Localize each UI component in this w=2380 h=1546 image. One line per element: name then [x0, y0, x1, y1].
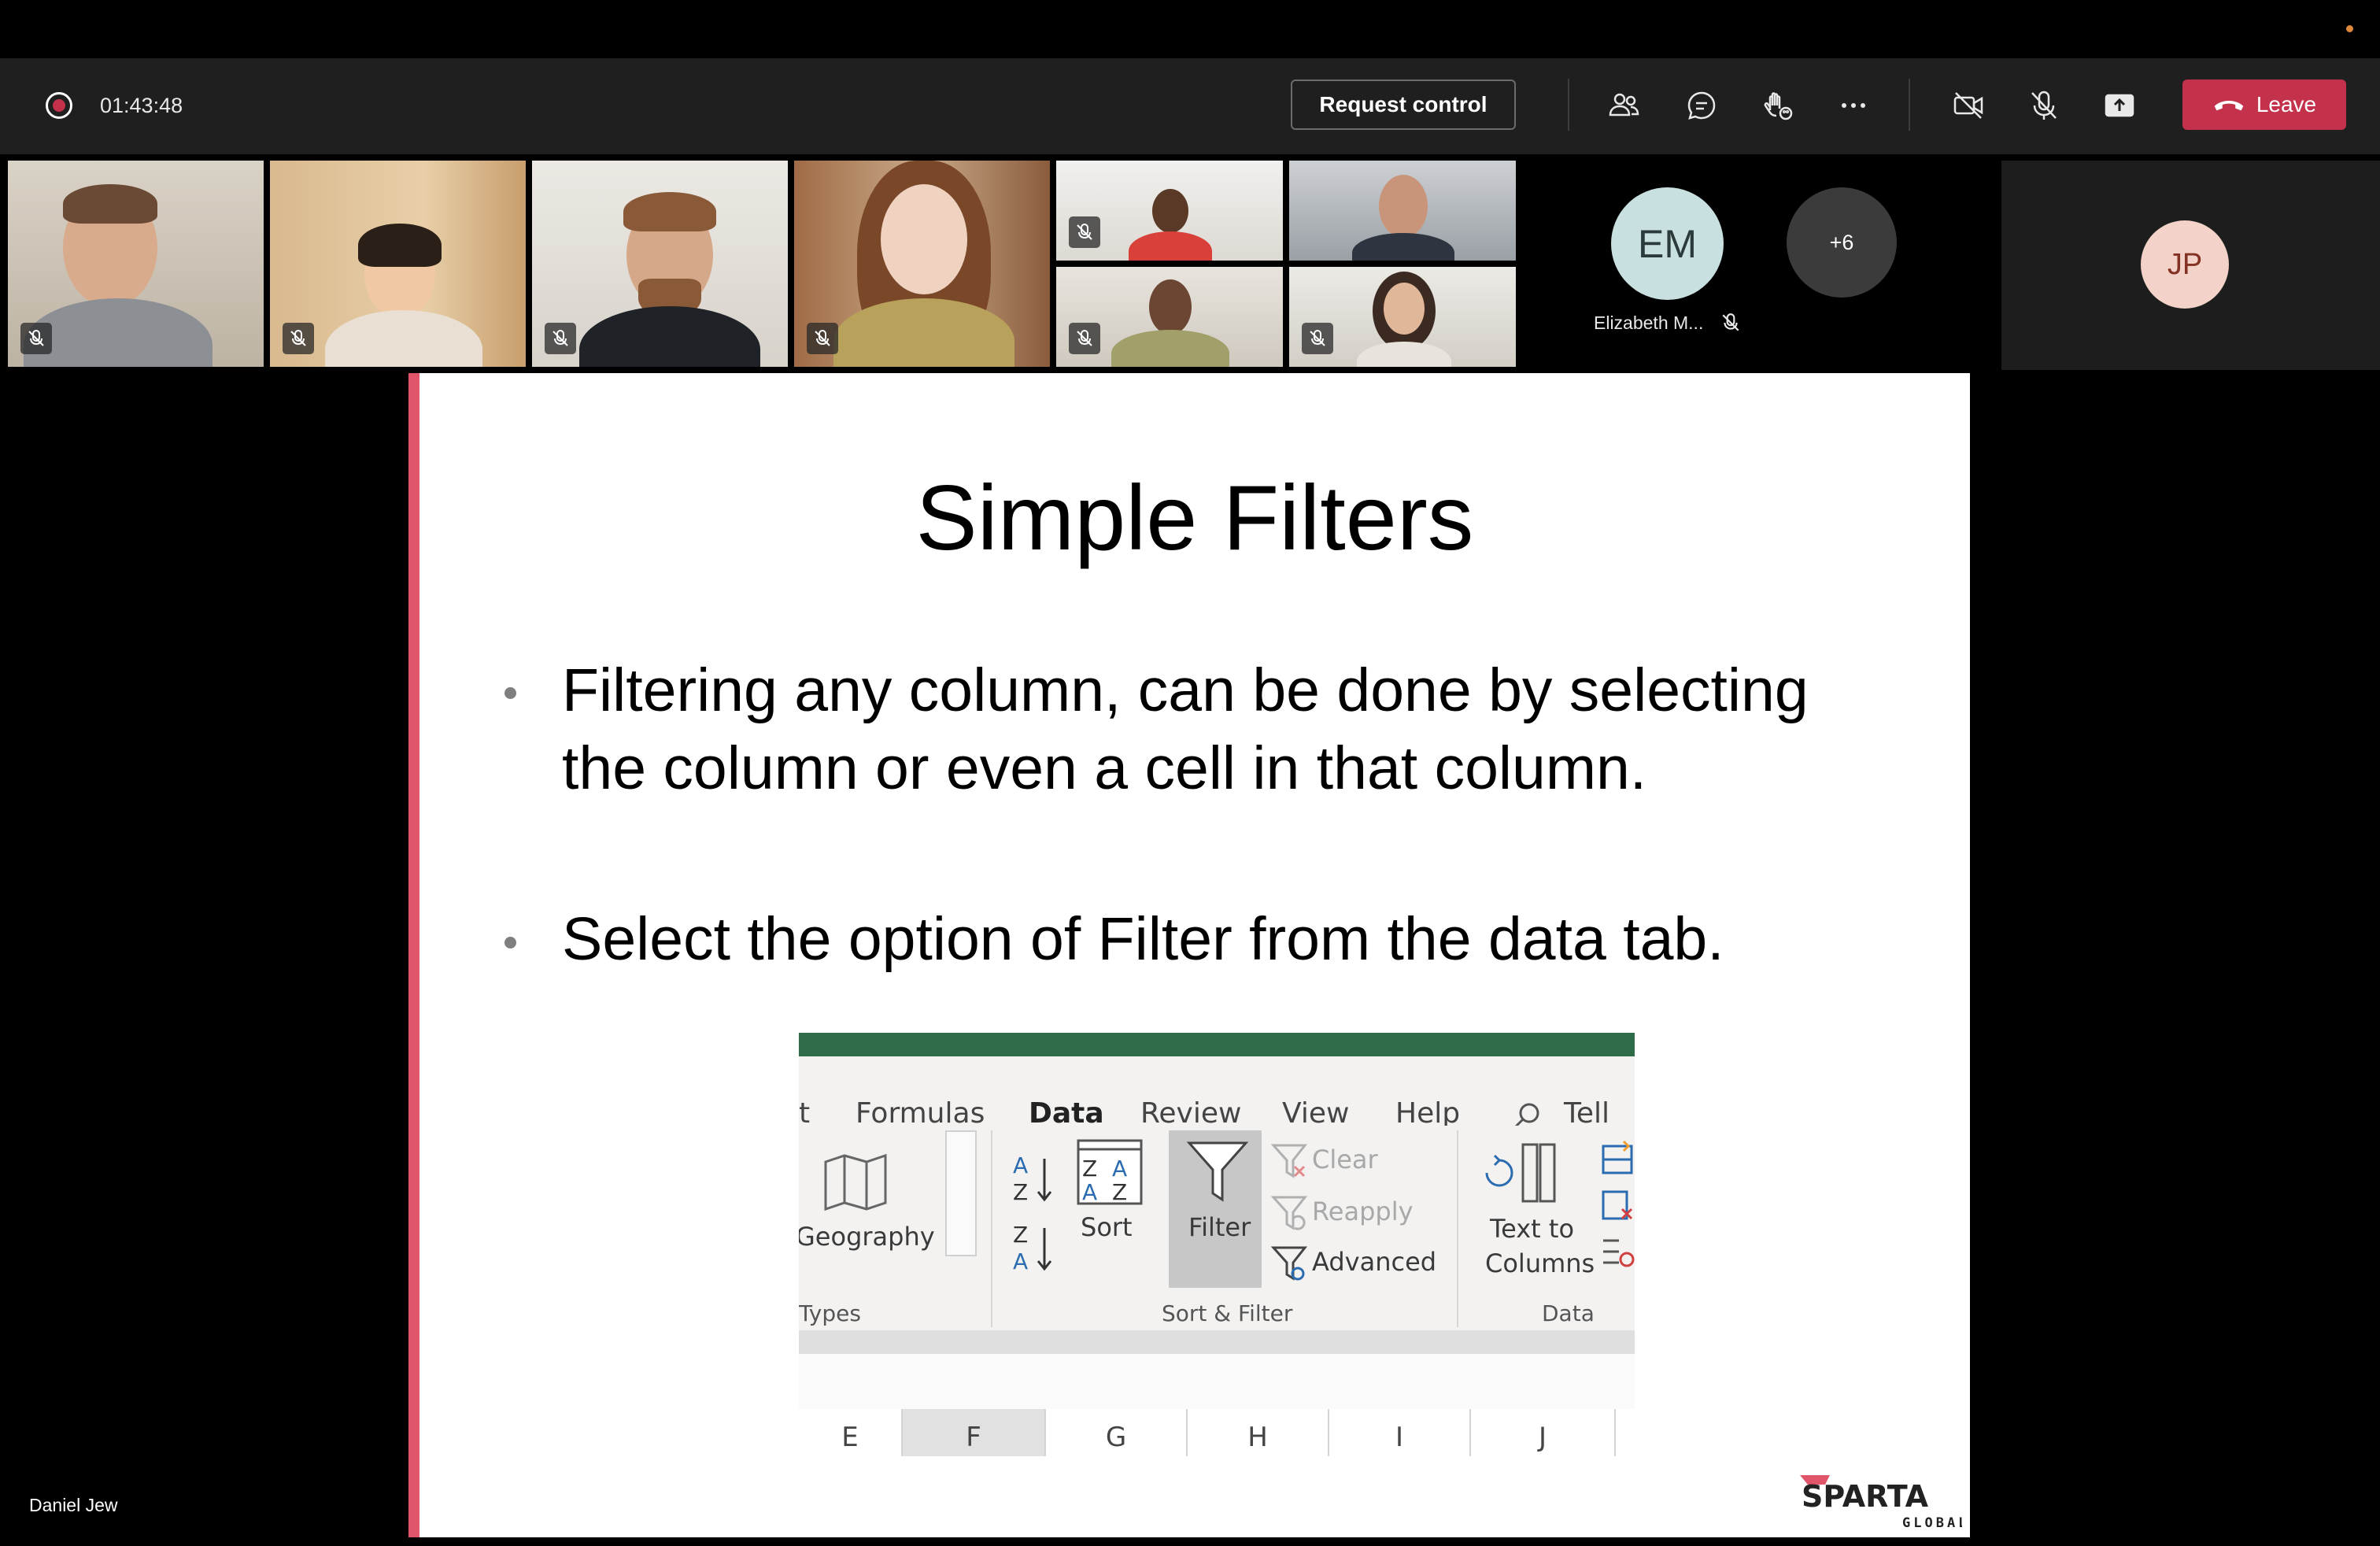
excel-ribbon-tabs: t Formulas Data Review View Help Tell n	[799, 1056, 1635, 1162]
mic-off-icon	[1302, 323, 1333, 354]
logo-text: SPARTA	[1802, 1479, 1929, 1514]
sort-button-label: Sort	[1081, 1212, 1133, 1242]
filter-funnel-icon	[1186, 1141, 1249, 1202]
column-header: I	[1329, 1409, 1471, 1456]
formula-bar	[799, 1354, 1635, 1411]
slide-title: Simple Filters	[915, 466, 1474, 569]
text-to-label: Text to	[1490, 1214, 1575, 1244]
meeting-timer: 01:43:48	[100, 94, 183, 117]
ribbon-tab-formulas: Formulas	[856, 1097, 985, 1130]
geography-label: Geography	[799, 1222, 935, 1252]
spreadsheet-column-headers: E F G H I J	[799, 1409, 1635, 1456]
columns-label: Columns	[1485, 1248, 1595, 1278]
bullet-point-icon	[504, 687, 516, 699]
leave-label: Leave	[2256, 92, 2317, 117]
group-label-sort-filter: Sort & Filter	[1162, 1300, 1293, 1326]
share-tray-icon[interactable]	[2099, 85, 2140, 126]
mic-off-icon	[545, 323, 576, 354]
participant-video-tile[interactable]	[794, 161, 1050, 367]
svg-text:A: A	[1082, 1179, 1097, 1205]
mic-off-icon	[1069, 323, 1100, 354]
svg-text:Z: Z	[1112, 1179, 1127, 1205]
logo-subtext: GLOBAL	[1902, 1515, 1962, 1531]
text-to-columns-icon	[1485, 1143, 1556, 1203]
column-header: H	[1188, 1409, 1329, 1456]
presentation-slide: Simple Filters Filtering any column, can…	[419, 373, 1970, 1537]
data-types-scroller	[945, 1130, 977, 1256]
data-tools-small-icons	[1602, 1140, 1635, 1267]
filter-button-label: Filter	[1188, 1212, 1251, 1242]
svg-text:A: A	[1112, 1156, 1127, 1182]
ribbon-tab-data: Data	[1029, 1097, 1104, 1130]
sort-dialog-icon: ZAAZ	[1077, 1139, 1143, 1205]
advanced-button-label: Advanced	[1312, 1247, 1437, 1277]
svg-text:A: A	[1013, 1152, 1028, 1178]
column-header: E	[799, 1409, 903, 1456]
request-control-button[interactable]: Request control	[1291, 80, 1516, 130]
window-title-strip	[0, 0, 2380, 58]
toolbar-divider	[1909, 79, 1910, 131]
ribbon-tab-review: Review	[1140, 1097, 1242, 1130]
svg-text:Z: Z	[1013, 1222, 1028, 1248]
clear-filter-icon	[1271, 1144, 1307, 1178]
mic-off-icon	[283, 323, 314, 354]
sort-a-to-z-icon: AZ	[1013, 1152, 1052, 1205]
presenter-name-label: Daniel Jew	[29, 1495, 118, 1515]
participant-video-tile[interactable]	[270, 161, 526, 367]
participant-avatar-jp[interactable]: JP	[2141, 220, 2229, 309]
svg-text:Z: Z	[1013, 1179, 1028, 1205]
group-divider	[1457, 1130, 1458, 1327]
participant-video-tile-active-speaker[interactable]	[1289, 161, 1516, 261]
clear-button-label: Clear	[1312, 1145, 1378, 1174]
mic-off-icon	[807, 323, 838, 354]
ribbon-bottom-edge	[799, 1330, 1635, 1354]
phone-hangup-icon	[2214, 100, 2244, 111]
participant-video-tile[interactable]	[532, 161, 788, 367]
sparta-global-logo: SPARTA GLOBAL	[1800, 1475, 1962, 1531]
notification-dot	[2346, 25, 2353, 32]
column-header-selected: F	[903, 1409, 1046, 1456]
recording-icon	[46, 92, 72, 119]
mic-off-icon	[20, 323, 52, 354]
ribbon-tab-view: View	[1282, 1097, 1350, 1130]
slide-bullet: Select the option of Filter from the dat…	[562, 905, 1724, 973]
participant-video-tile[interactable]	[1289, 267, 1516, 367]
reactions-icon[interactable]	[1757, 85, 1798, 126]
participant-avatar-em[interactable]: EM	[1611, 187, 1724, 300]
participant-video-tile[interactable]	[1056, 161, 1283, 261]
mic-off-icon	[1069, 216, 1100, 248]
participant-video-tile[interactable]	[1056, 267, 1283, 367]
people-icon[interactable]	[1603, 85, 1644, 126]
advanced-filter-icon	[1271, 1246, 1307, 1281]
bullet-point-icon	[504, 937, 516, 949]
group-divider	[991, 1130, 992, 1327]
reapply-filter-icon	[1271, 1196, 1307, 1230]
svg-text:Z: Z	[1082, 1156, 1097, 1182]
toolbar-divider	[1568, 79, 1569, 131]
ribbon-tab-help: Help	[1395, 1097, 1461, 1130]
slide-bullet: Filtering any column, can be done by sel…	[562, 656, 1809, 802]
more-options-icon[interactable]	[1833, 85, 1874, 126]
mic-off-icon[interactable]	[2023, 85, 2064, 126]
group-label-types: Types	[799, 1300, 861, 1326]
participant-video-tile[interactable]	[8, 161, 264, 367]
ribbon-tab: t	[799, 1097, 811, 1130]
column-header: J	[1471, 1409, 1616, 1456]
chat-icon[interactable]	[1681, 85, 1722, 126]
sort-z-to-a-icon: ZA	[1013, 1222, 1052, 1274]
excel-ribbon-screenshot: t Formulas Data Review View Help Tell n …	[799, 1033, 1635, 1456]
leave-button[interactable]: Leave	[2182, 80, 2346, 130]
slide-accent-bar	[408, 373, 419, 1537]
mic-off-icon	[1722, 313, 1739, 331]
svg-text:A: A	[1013, 1248, 1028, 1274]
excel-title-strip	[799, 1033, 1635, 1056]
geography-map-icon	[824, 1153, 887, 1211]
more-participants-button[interactable]: +6	[1787, 187, 1897, 298]
participant-name: Elizabeth M...	[1594, 313, 1704, 333]
column-header: G	[1046, 1409, 1188, 1456]
camera-off-icon[interactable]	[1948, 85, 1989, 126]
reapply-button-label: Reapply	[1312, 1196, 1414, 1226]
